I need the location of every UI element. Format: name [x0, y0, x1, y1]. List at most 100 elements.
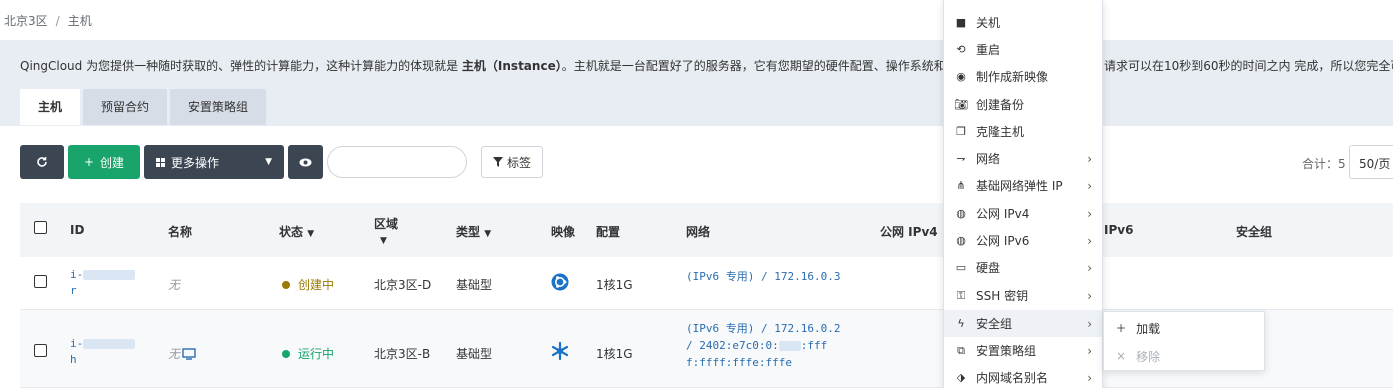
network-icon: ⇁	[956, 152, 966, 165]
header-image: 映像	[551, 225, 576, 239]
menu-item-clone[interactable]: ❐ 克隆主机	[944, 118, 1102, 145]
type-cell: 基础型	[456, 347, 493, 361]
menu-item-eip[interactable]: ⋔ 基础网络弹性 IP ›	[944, 172, 1102, 199]
menu-item-public-ipv6[interactable]: ◍ 公网 IPv6 ›	[944, 227, 1102, 254]
refresh-icon	[37, 157, 47, 167]
menu-item-create-image[interactable]: ◉ 制作成新映像	[944, 63, 1102, 90]
chevron-right-icon: ›	[1087, 288, 1092, 303]
header-name[interactable]: 名称	[168, 223, 192, 240]
create-button[interactable]: + 创建	[68, 145, 140, 179]
plus-icon: +	[1116, 321, 1127, 335]
status-badge: 运行中	[282, 345, 334, 362]
intro-text-start: QingCloud 为您提供一种随时获取的、弹性的计算能力，这种计算能力的体现就…	[20, 59, 462, 73]
header-config: 配置	[596, 225, 621, 239]
tab-instances[interactable]: 主机	[20, 89, 81, 125]
sort-down-icon: ▼	[307, 229, 315, 239]
refresh-button[interactable]	[20, 145, 64, 179]
menu-item-security-group[interactable]: ϟ 安全组 ›	[944, 310, 1102, 337]
monitor-icon[interactable]	[182, 347, 196, 360]
breadcrumb-region[interactable]: 北京3区	[4, 14, 48, 28]
sort-down-icon: ▼	[380, 236, 387, 246]
tab-bar: 主机 预留合约 安置策略组	[20, 89, 267, 125]
network-link[interactable]: (IPv6 专用) / 172.16.0.2 / 2402:e7c0:0::ff…	[686, 320, 840, 371]
menu-item-placement-group[interactable]: ⧉ 安置策略组 ›	[944, 337, 1102, 364]
tab-placement-groups[interactable]: 安置策略组	[170, 89, 267, 125]
menu-item-network[interactable]: ⇁ 网络 ›	[944, 145, 1102, 172]
header-zone[interactable]: 区域 ▼	[374, 215, 398, 246]
header-network: 网络	[686, 225, 711, 239]
header-type[interactable]: 类型 ▼	[456, 223, 491, 240]
tag-label: 标签	[506, 155, 531, 170]
sort-down-icon: ▼	[484, 229, 492, 239]
breadcrumb-page: 主机	[67, 14, 92, 28]
eye-button[interactable]	[288, 145, 323, 179]
eye-icon	[299, 158, 312, 166]
submenu-item-remove[interactable]: × 移除	[1104, 342, 1264, 370]
status-dot	[282, 280, 290, 289]
submenu-item-attach[interactable]: + 加载	[1104, 314, 1264, 342]
status-badge: 创建中	[282, 276, 334, 293]
table-header: ID 名称 状态 ▼ 区域 ▼ 类型 ▼ 映像 配置 网络 公网 IPv4 IPv…	[20, 203, 1393, 257]
instance-id-link[interactable]: i-r	[70, 267, 136, 299]
zone-cell: 北京3区-D	[374, 278, 432, 292]
camera-icon: 📷︎	[954, 98, 968, 111]
clone-icon: ❐	[956, 125, 966, 138]
disc-icon: ◉	[956, 70, 966, 83]
plus-icon: +	[83, 155, 95, 169]
chevron-right-icon: ›	[1087, 233, 1092, 248]
select-all-checkbox[interactable]	[34, 221, 47, 234]
tag-icon: ⬗	[956, 371, 966, 384]
instance-name[interactable]: 无	[168, 276, 180, 293]
table-row[interactable]: i-r 无 创建中 北京3区-D 基础型 1核1G (IPv6 专用) / 17…	[20, 257, 1393, 310]
x-icon: ×	[1116, 349, 1127, 363]
header-status[interactable]: 状态 ▼	[279, 223, 314, 240]
chevron-right-icon: ›	[1087, 316, 1092, 331]
search-input[interactable]	[327, 146, 467, 178]
per-page-select[interactable]: 50/页	[1349, 145, 1393, 179]
instance-id-link[interactable]: i-h	[70, 336, 136, 368]
intro-text-end: 。主机就是一台配置好了的服务器，它有您期望的硬件配置、操作系统和	[561, 59, 946, 73]
more-actions-button[interactable]: 更多操作 ▼	[144, 145, 284, 179]
intro-description-right: 请求可以在10秒到60秒的时间之内 完成，所以您完全可	[1104, 59, 1393, 73]
row-checkbox[interactable]	[34, 275, 47, 288]
create-label: 创建	[100, 155, 125, 170]
chevron-right-icon: ›	[1087, 206, 1092, 221]
menu-item-shutdown[interactable]: ■ 关机	[944, 9, 1102, 36]
row-checkbox[interactable]	[34, 344, 47, 357]
bolt-icon: ϟ	[957, 317, 965, 330]
menu-item-disk[interactable]: ▭ 硬盘 ›	[944, 254, 1102, 281]
breadcrumb-separator: /	[55, 14, 60, 28]
status-text: 创建中	[298, 278, 335, 292]
total-count: 合计：5	[1302, 157, 1346, 171]
tag-filter-button[interactable]: 标签	[481, 146, 543, 178]
snowflake-icon	[551, 341, 569, 363]
header-id[interactable]: ID	[70, 223, 84, 237]
grid-icon	[156, 157, 165, 167]
header-public-ipv4: 公网 IPv4	[880, 225, 938, 239]
intro-description: QingCloud 为您提供一种随时获取的、弹性的计算能力，这种计算能力的体现就…	[20, 57, 946, 74]
chevron-right-icon: ›	[1087, 343, 1092, 358]
stop-icon: ■	[955, 16, 967, 29]
type-cell: 基础型	[456, 278, 493, 292]
network-link[interactable]: (IPv6 专用) / 172.16.0.3	[686, 268, 840, 284]
config-cell: 1核1G	[596, 347, 633, 361]
menu-item-ssh-key[interactable]: ⚿ SSH 密钥 ›	[944, 282, 1102, 309]
breadcrumb: 北京3区 / 主机	[0, 0, 1393, 40]
globe-icon: ◍	[956, 234, 966, 247]
menu-item-dns-alias[interactable]: ⬗ 内网域名别名 ›	[944, 364, 1102, 388]
chevron-right-icon: ›	[1087, 151, 1092, 166]
more-actions-menu: ■ 关机 ⟲ 重启 ◉ 制作成新映像 📷︎ 创建备份 ❐ 克隆主机 ⇁ 网络 › ⋔ 基础网络弹…	[943, 0, 1103, 388]
ubuntu-icon	[551, 273, 569, 294]
security-group-submenu: + 加载 × 移除	[1103, 311, 1265, 371]
disk-icon: ▭	[955, 261, 967, 274]
more-actions-label: 更多操作	[171, 155, 220, 170]
header-security-group: 安全组	[1236, 225, 1273, 239]
chevron-right-icon: ›	[1087, 178, 1092, 193]
instance-name-cell[interactable]: 无	[168, 345, 196, 362]
menu-item-public-ipv4[interactable]: ◍ 公网 IPv4 ›	[944, 200, 1102, 227]
menu-item-restart[interactable]: ⟲ 重启	[944, 36, 1102, 63]
instance-name: 无	[168, 347, 181, 361]
chevron-right-icon: ›	[1087, 370, 1092, 385]
tab-reserved-contracts[interactable]: 预留合约	[83, 89, 168, 125]
menu-item-create-backup[interactable]: 📷︎ 创建备份	[944, 91, 1102, 118]
